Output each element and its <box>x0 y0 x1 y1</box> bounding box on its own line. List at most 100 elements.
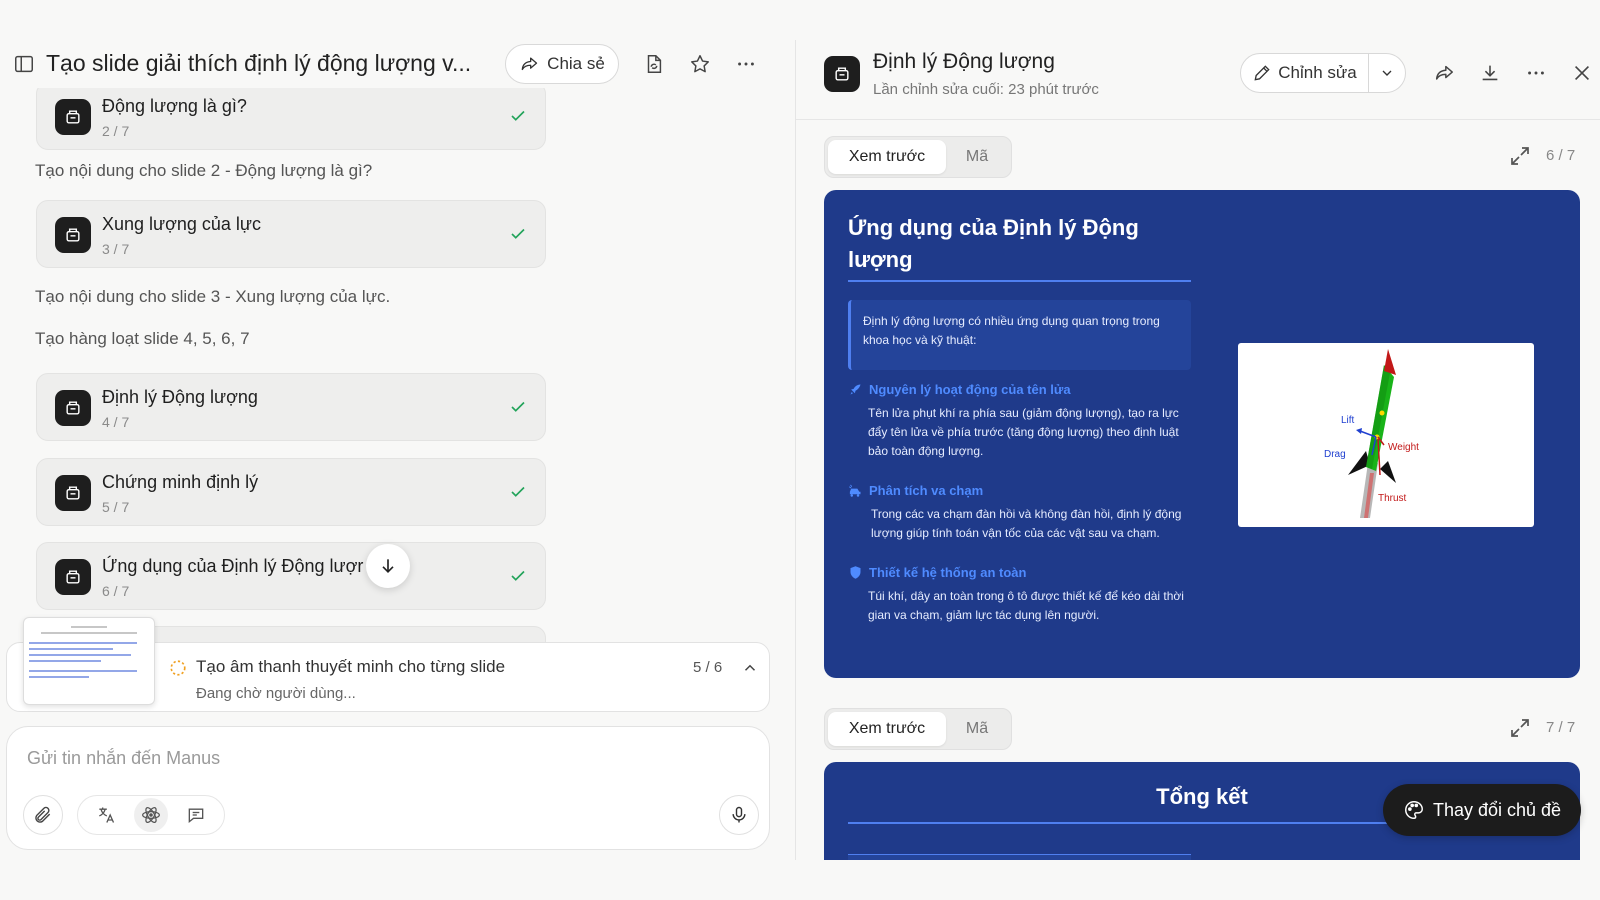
message-input[interactable] <box>27 743 727 773</box>
tab-code[interactable]: Mã <box>946 712 1008 746</box>
item-heading-text: Thiết kế hệ thống an toàn <box>869 565 1027 580</box>
tab-preview[interactable]: Xem trước <box>828 712 946 746</box>
viewer-header: Định lý Động lượng Lần chỉnh sửa cuối: 2… <box>796 40 1600 120</box>
car-crash-icon <box>848 484 861 497</box>
rocket-forces-figure: Lift Drag Weight Thrust <box>1238 343 1534 527</box>
slide-item-text: Túi khí, dây an toàn trong ô tô được thi… <box>868 589 1184 622</box>
more-options-icon[interactable] <box>1518 55 1554 91</box>
slide-card-title: Chứng minh định lý <box>102 472 259 492</box>
arrow-down-icon <box>382 559 394 574</box>
palette-icon <box>1405 801 1423 819</box>
atom-icon <box>142 806 160 824</box>
translate-tool-button[interactable] <box>89 798 123 832</box>
check-icon <box>511 486 525 497</box>
atom-tool-button[interactable] <box>133 798 168 832</box>
chat-panel: Tạo slide giải thích định lý động lượng … <box>0 0 795 900</box>
slide-doc-icon <box>55 99 91 135</box>
share-icon[interactable] <box>1426 55 1462 91</box>
slide-page-number: 7 / 7 <box>1546 719 1576 736</box>
slide-doc-icon <box>55 217 91 253</box>
slide-doc-icon <box>824 56 860 92</box>
slide-intro: Định lý động lượng có nhiều ứng dụng qua… <box>848 300 1191 370</box>
translate-icon <box>99 807 115 823</box>
edit-button-group: Chỉnh sửa <box>1240 53 1406 93</box>
view-mode-toggle: Xem trước Mã <box>824 136 1012 178</box>
weight-label: Weight <box>1388 442 1419 453</box>
change-theme-label: Thay đổi chủ đề <box>1432 799 1562 820</box>
chevron-down-icon <box>1382 70 1392 76</box>
more-options-icon[interactable] <box>728 46 764 82</box>
loading-spinner-icon <box>170 660 186 676</box>
slide-card-5[interactable]: Chứng minh định lý 5 / 7 <box>36 458 546 526</box>
chat-message: Tạo nội dung cho slide 3 - Xung lượng củ… <box>35 287 391 306</box>
chat-bubble-icon <box>188 808 203 824</box>
slide-title: Ứng dụng của Định lý Động lượng <box>848 215 1139 272</box>
slide-item-heading: Thiết kế hệ thống an toàn <box>848 565 1026 580</box>
sidebar-toggle-icon[interactable] <box>6 46 42 82</box>
slide-card-title: Xung lượng của lực <box>102 214 261 234</box>
pencil-icon <box>1254 65 1270 81</box>
close-icon[interactable] <box>1564 55 1600 91</box>
check-icon <box>511 110 525 121</box>
slide-card-title: Động lượng là gì? <box>102 96 247 116</box>
tab-code[interactable]: Mã <box>946 140 1008 174</box>
slide-card-2[interactable]: Động lượng là gì? 2 / 7 <box>36 88 546 150</box>
chat-message: Tạo nội dung cho slide 2 - Động lượng là… <box>35 161 373 180</box>
slide-card-index: 5 / 7 <box>102 499 130 515</box>
download-icon[interactable] <box>1472 55 1508 91</box>
slide-item-heading: Phân tích va chạm <box>848 483 983 498</box>
task-status: Đang chờ người dùng... <box>196 685 356 702</box>
task-title: Tạo âm thanh thuyết minh cho từng slide <box>196 657 506 676</box>
composer-tools <box>77 795 225 835</box>
slide-card-4[interactable]: Định lý Động lượng 4 / 7 <box>36 373 546 441</box>
edit-button[interactable]: Chỉnh sửa <box>1241 54 1369 92</box>
slide-card-6[interactable]: Ứng dụng của Định lý Động lượr 6 / 7 <box>36 542 546 610</box>
task-progress-bar[interactable]: Tạo âm thanh thuyết minh cho từng slide … <box>6 617 770 712</box>
slide-card-index: 3 / 7 <box>102 241 130 257</box>
slide-card-3[interactable]: Xung lượng của lực 3 / 7 <box>36 200 546 268</box>
task-thumbnail[interactable] <box>23 617 155 705</box>
slide-page-number: 6 / 7 <box>1546 147 1576 164</box>
share-label: Chia sẻ <box>547 54 605 73</box>
microphone-button[interactable] <box>719 795 759 835</box>
lift-label: Lift <box>1341 415 1355 426</box>
task-count: 5 / 6 <box>693 659 723 676</box>
item-heading-text: Nguyên lý hoạt động của tên lửa <box>869 382 1071 397</box>
expand-icon[interactable] <box>1508 144 1532 168</box>
slide-card-index: 2 / 7 <box>102 123 130 139</box>
drag-label: Drag <box>1324 449 1346 460</box>
check-icon <box>511 570 525 581</box>
scroll-to-bottom-button[interactable] <box>366 544 410 588</box>
item-heading-text: Phân tích va chạm <box>869 483 984 498</box>
star-icon[interactable] <box>682 46 718 82</box>
slide-6-preview[interactable]: Ứng dụng của Định lý Động lượng Định lý … <box>824 190 1580 678</box>
slide-doc-icon <box>55 390 91 426</box>
viewer-last-edited: Lần chỉnh sửa cuối: 23 phút trước <box>873 81 1099 98</box>
document-sync-icon[interactable] <box>636 46 672 82</box>
edit-label: Chỉnh sửa <box>1278 63 1357 82</box>
viewer-title: Định lý Động lượng <box>873 50 1055 73</box>
share-button[interactable]: Chia sẻ <box>505 44 619 84</box>
change-theme-button[interactable]: Thay đổi chủ đề <box>1383 784 1581 836</box>
chevron-up-icon[interactable] <box>741 659 759 677</box>
chat-message: Tạo hàng loạt slide 4, 5, 6, 7 <box>35 329 250 348</box>
thrust-label: Thrust <box>1378 493 1407 504</box>
attach-button[interactable] <box>23 795 63 835</box>
check-icon <box>511 228 525 239</box>
chat-header: Tạo slide giải thích định lý động lượng … <box>0 40 795 88</box>
expand-icon[interactable] <box>1508 716 1532 740</box>
slide-item-text: Tên lửa phụt khí ra phía sau (giảm động … <box>868 406 1179 458</box>
rocket-icon <box>850 384 861 395</box>
slide-viewer-panel: Định lý Động lượng Lần chỉnh sửa cuối: 2… <box>796 40 1600 860</box>
slide-card-index: 4 / 7 <box>102 414 130 430</box>
chat-tool-button[interactable] <box>179 798 213 832</box>
slide-content-box <box>848 854 1191 860</box>
view-mode-toggle: Xem trước Mã <box>824 708 1012 750</box>
slide-item-text: Trong các va chạm đàn hồi và không đàn h… <box>871 507 1182 540</box>
slide-doc-icon <box>55 559 91 595</box>
tab-preview[interactable]: Xem trước <box>828 140 946 174</box>
paperclip-icon <box>35 806 51 823</box>
edit-dropdown[interactable] <box>1369 54 1405 92</box>
slide-card-title: Định lý Động lượng <box>102 387 258 407</box>
slide-item-heading: Nguyên lý hoạt động của tên lửa <box>848 382 1071 397</box>
